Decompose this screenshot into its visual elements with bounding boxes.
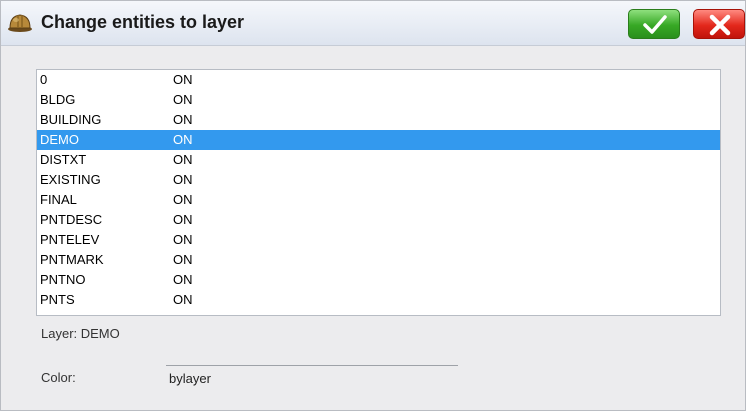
layer-name: PNTS xyxy=(40,292,75,307)
color-value: bylayer xyxy=(169,371,211,386)
layer-state: ON xyxy=(173,292,193,307)
layer-row[interactable]: PNTS ON xyxy=(37,290,720,310)
ok-button[interactable] xyxy=(628,9,680,39)
layer-name: DISTXT xyxy=(40,152,87,167)
color-field[interactable]: bylayer xyxy=(166,365,458,388)
layer-row[interactable]: PNTELEV ON xyxy=(37,230,720,250)
layer-name: PNTMARK xyxy=(40,252,104,267)
layer-state: ON xyxy=(173,92,193,107)
dialog-title: Change entities to layer xyxy=(41,12,245,32)
layer-state: ON xyxy=(173,112,193,127)
layer-name: BUILDING xyxy=(40,112,102,127)
layer-name: EXISTING xyxy=(40,172,101,187)
layer-row[interactable]: BLDG ON xyxy=(37,90,720,110)
close-icon xyxy=(709,14,731,36)
layer-state: ON xyxy=(173,72,193,87)
layer-state: ON xyxy=(173,172,193,187)
layer-row[interactable]: BUILDING ON xyxy=(37,110,720,130)
layer-state: ON xyxy=(173,132,193,147)
layer-row[interactable]: FINAL ON xyxy=(37,190,720,210)
layer-name: BLDG xyxy=(40,92,76,107)
layer-list[interactable]: 0 ON BLDG ON BUILDING ON DEMO ON DISTXT ON EXISTIN… xyxy=(36,69,721,316)
layer-name: PNTNO xyxy=(40,272,86,287)
layer-name: PNTDESC xyxy=(40,212,103,227)
title-bar: Change entities to layer xyxy=(1,1,745,46)
checkmark-icon xyxy=(643,15,667,34)
layer-name: DEMO xyxy=(40,132,79,147)
layer-row[interactable]: EXISTING ON xyxy=(37,170,720,190)
layer-state: ON xyxy=(173,252,193,267)
change-layer-dialog: Change entities to layer 0 ON BLDG ON BUILDI… xyxy=(0,0,746,411)
layer-state: ON xyxy=(173,212,193,227)
current-layer-label: Layer: DEMO xyxy=(41,326,120,341)
cancel-button[interactable] xyxy=(693,9,745,39)
layer-state: ON xyxy=(173,192,193,207)
layer-row[interactable]: 0 ON xyxy=(37,70,720,90)
layer-row[interactable]: DISTXT ON xyxy=(37,150,720,170)
color-label: Color: xyxy=(41,370,76,385)
layer-row[interactable]: PNTDESC ON xyxy=(37,210,720,230)
hardhat-icon xyxy=(7,11,33,33)
layer-row[interactable]: PNTMARK ON xyxy=(37,250,720,270)
layer-name: PNTELEV xyxy=(40,232,100,247)
layer-state: ON xyxy=(173,152,193,167)
layer-row[interactable]: PNTNO ON xyxy=(37,270,720,290)
layer-name: FINAL xyxy=(40,192,77,207)
layer-state: ON xyxy=(173,272,193,287)
layer-row[interactable]: DEMO ON xyxy=(37,130,720,150)
layer-name: 0 xyxy=(40,72,48,87)
layer-state: ON xyxy=(173,232,193,247)
